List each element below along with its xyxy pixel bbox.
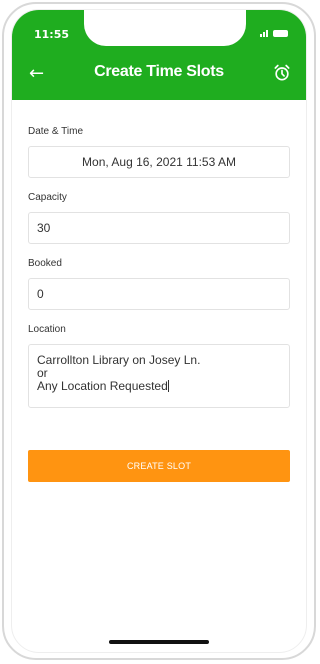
status-time: 11:55 [34, 28, 70, 41]
signal-icon [260, 29, 268, 37]
date-time-field[interactable]: Mon, Aug 16, 2021 11:53 AM [28, 146, 290, 178]
page-title: Create Time Slots [94, 63, 224, 80]
status-icons [260, 29, 288, 37]
location-field[interactable]: Carrollton Library on Josey Ln. or Any L… [28, 344, 290, 408]
device-notch [84, 10, 246, 46]
home-indicator [109, 640, 209, 644]
alarm-clock-icon[interactable] [272, 63, 292, 83]
create-slot-button[interactable]: CREATE SLOT [28, 450, 290, 482]
phone-frame: 11:55 ← Create Time Slots Date & Time Mo… [2, 2, 316, 660]
app-bar: 11:55 ← Create Time Slots [12, 10, 306, 100]
text-cursor [167, 380, 169, 392]
date-time-label: Date & Time [28, 126, 84, 137]
location-label: Location [28, 324, 66, 335]
capacity-field[interactable]: 30 [28, 212, 290, 244]
battery-icon [273, 29, 288, 37]
location-text: Carrollton Library on Josey Ln. or Any L… [37, 353, 201, 393]
capacity-label: Capacity [28, 192, 67, 203]
app-screen: 11:55 ← Create Time Slots Date & Time Mo… [11, 9, 307, 653]
booked-field[interactable]: 0 [28, 278, 290, 310]
create-slot-form: Date & Time Mon, Aug 16, 2021 11:53 AM C… [28, 126, 290, 408]
booked-label: Booked [28, 258, 62, 269]
